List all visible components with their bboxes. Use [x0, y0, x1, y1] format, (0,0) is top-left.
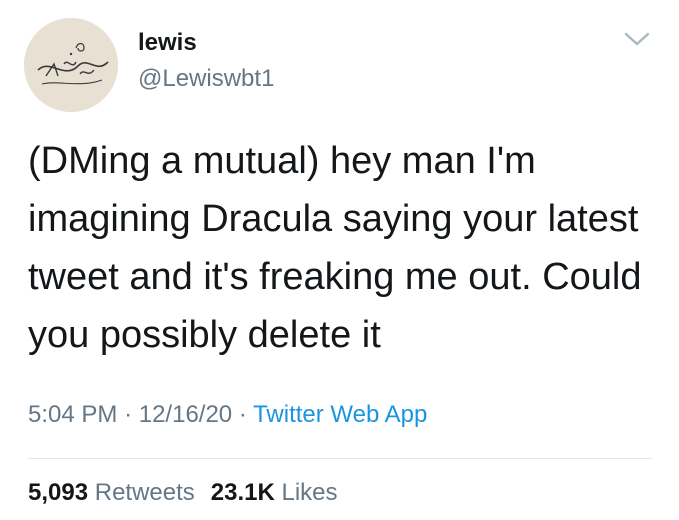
avatar[interactable] — [24, 18, 118, 112]
avatar-sketch-icon — [24, 18, 118, 112]
meta-separator: · — [124, 401, 133, 428]
tweet-stats: 5,093 Retweets 23.1K Likes — [28, 478, 338, 508]
retweets-count: 5,093 — [28, 479, 89, 506]
retweets-label: Retweets — [94, 479, 195, 506]
user-handle[interactable]: @Lewiswbt1 — [138, 64, 274, 94]
tweet-source-link[interactable]: Twitter Web App — [253, 401, 427, 428]
likes-stat[interactable]: 23.1K Likes — [211, 479, 338, 506]
tweet-card: lewis @Lewiswbt1 (DMing a mutual) hey ma… — [0, 0, 679, 520]
meta-separator: · — [238, 401, 247, 428]
likes-label: Likes — [281, 479, 338, 506]
tweet-date[interactable]: 12/16/20 — [139, 401, 232, 428]
divider — [28, 458, 652, 459]
tweet-time[interactable]: 5:04 PM — [28, 401, 117, 428]
likes-count: 23.1K — [210, 479, 275, 506]
tweet-text: (DMing a mutual) hey man I'm imagining D… — [28, 140, 653, 356]
chevron-down-icon[interactable] — [622, 28, 652, 50]
tweet-meta: 5:04 PM · 12/16/20 · Twitter Web App — [28, 400, 427, 430]
retweets-stat[interactable]: 5,093 Retweets — [28, 479, 195, 506]
display-name[interactable]: lewis — [138, 28, 197, 58]
